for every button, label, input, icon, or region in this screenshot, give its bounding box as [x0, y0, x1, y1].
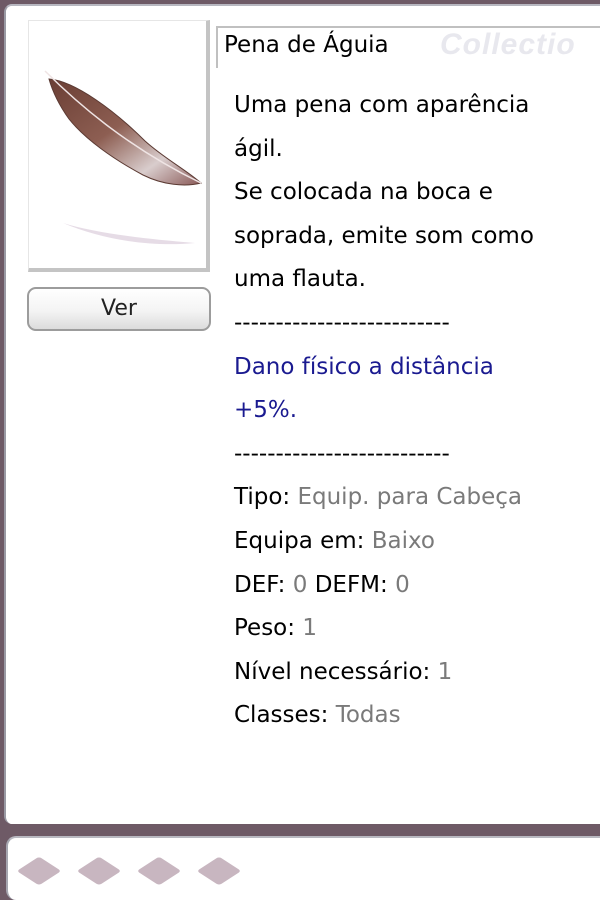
property-type: Tipo: Equip. para Cabeça [234, 476, 600, 520]
property-classes: Classes: Todas [234, 694, 600, 738]
item-image-frame [28, 20, 210, 272]
weight-value: 1 [302, 615, 317, 642]
item-description: Uma pena com aparência ágil. Se colocada… [234, 84, 600, 738]
mdef-label: DEFM: [314, 571, 388, 598]
card-slot-bar [6, 836, 600, 900]
def-label: DEF: [234, 571, 286, 598]
type-value: Equip. para Cabeça [297, 484, 522, 511]
description-line: soprada, emite som como [234, 222, 534, 249]
classes-value: Todas [335, 702, 401, 729]
feather-icon [44, 70, 203, 245]
title-bar: Collectio Pena de Águia [216, 26, 600, 68]
property-defense: DEF: 0 DEFM: 0 [234, 564, 600, 608]
type-label: Tipo: [234, 484, 291, 511]
separator: -------------------------- [234, 309, 450, 336]
required-level-value: 1 [437, 658, 453, 685]
description-line: ágil. [234, 135, 283, 162]
equip-location-value: Baixo [371, 527, 435, 554]
empty-card-slot-icon[interactable] [16, 856, 62, 886]
item-image-panel: Ver [6, 6, 216, 824]
separator: -------------------------- [234, 440, 450, 467]
equip-location-label: Equipa em: [234, 527, 365, 554]
property-required-level: Nível necessário: 1 [234, 651, 600, 695]
required-level-label: Nível necessário: [234, 658, 431, 685]
item-name: Pena de Águia [224, 32, 389, 58]
weight-label: Peso: [234, 615, 296, 642]
view-button[interactable]: Ver [27, 287, 211, 331]
effect-line: Dano físico a distância [234, 353, 494, 380]
empty-card-slot-icon[interactable] [76, 856, 122, 886]
property-equip-location: Equipa em: Baixo [234, 520, 600, 564]
def-value: 0 [292, 571, 308, 598]
mdef-value: 0 [395, 571, 410, 598]
classes-label: Classes: [234, 702, 329, 729]
item-info-window: Ver Collectio Pena de Águia Uma pena com… [4, 4, 600, 824]
property-weight: Peso: 1 [234, 607, 600, 651]
empty-card-slot-icon[interactable] [136, 856, 182, 886]
description-line: Se colocada na boca e [234, 179, 493, 206]
title-watermark: Collectio [440, 28, 576, 61]
empty-card-slot-icon[interactable] [196, 856, 242, 886]
description-line: uma flauta. [234, 266, 366, 293]
effect-line: +5%. [234, 397, 298, 424]
description-line: Uma pena com aparência [234, 92, 530, 118]
